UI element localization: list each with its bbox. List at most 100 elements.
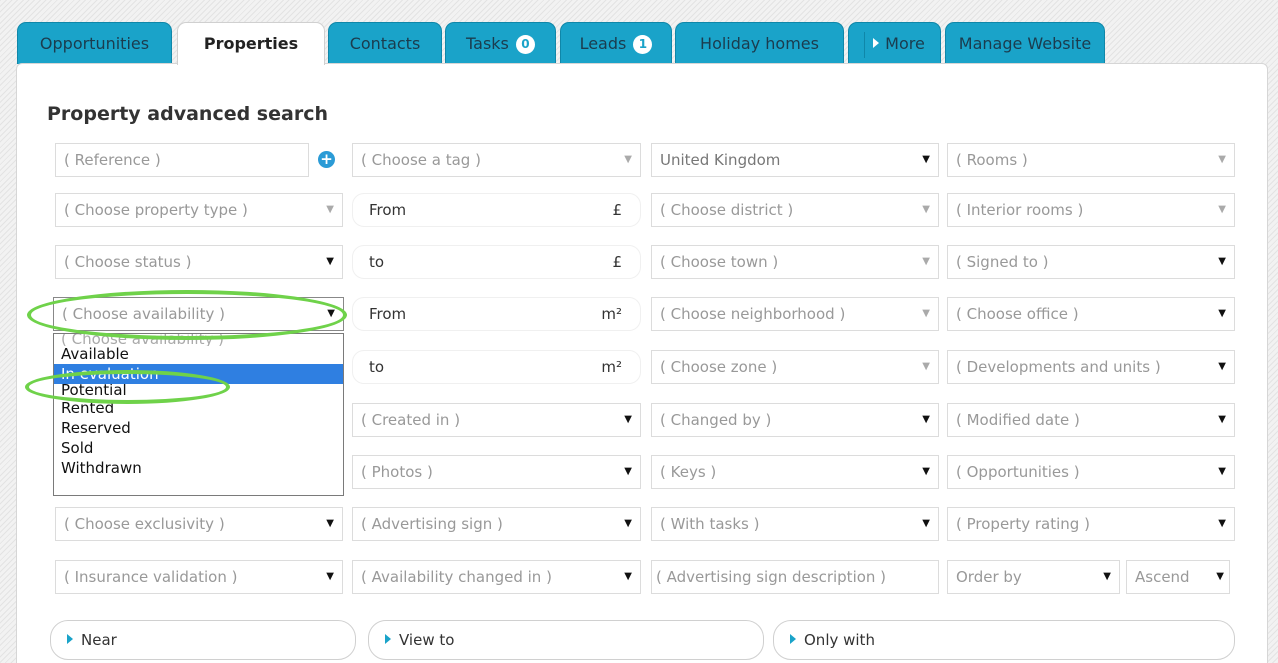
chevron-down-icon: ▼ (922, 154, 930, 165)
dropdown-option[interactable]: Rented (54, 398, 343, 418)
tab-more[interactable]: More (848, 22, 941, 64)
field-placeholder: ( Choose property type ) (64, 201, 248, 219)
reference-input[interactable]: ( Reference ) (55, 143, 309, 177)
dropdown-option-selected[interactable]: In evaluation (54, 364, 343, 384)
photos-select[interactable]: ( Photos ) ▼ (352, 455, 641, 489)
field-placeholder: ( Property rating ) (956, 515, 1090, 533)
chevron-down-icon: ▼ (326, 571, 334, 582)
field-placeholder: From (369, 201, 407, 219)
chevron-down-icon: ▼ (1216, 571, 1224, 582)
changed-by-select[interactable]: ( Changed by ) ▼ (651, 403, 939, 437)
chevron-down-icon: ▼ (624, 466, 632, 477)
chevron-down-icon: ▼ (326, 256, 334, 267)
field-value: United Kingdom (660, 151, 781, 169)
availability-select[interactable]: ( Choose availability ) ▼ (53, 297, 344, 331)
field-placeholder: ( Choose town ) (660, 253, 779, 271)
area-unit: m² (601, 305, 622, 323)
tab-holiday-homes[interactable]: Holiday homes (675, 22, 844, 64)
dropdown-option[interactable]: ( Choose availability ) (54, 334, 343, 346)
chevron-down-icon: ▼ (922, 414, 930, 425)
tasks-count-badge: 0 (515, 35, 535, 54)
near-toggle[interactable]: Near (50, 620, 356, 660)
tab-label: Leads (579, 34, 627, 53)
view-to-toggle[interactable]: View to (368, 620, 764, 660)
price-from-input[interactable]: From £ (352, 193, 641, 227)
field-placeholder: to (369, 358, 385, 376)
chevron-down-icon: ▼ (922, 518, 930, 529)
field-placeholder: ( Choose zone ) (660, 358, 778, 376)
dropdown-option[interactable]: Potential (54, 384, 343, 398)
chevron-down-icon: ▼ (624, 154, 632, 165)
field-placeholder: ( Choose district ) (660, 201, 794, 219)
status-select[interactable]: ( Choose status ) ▼ (55, 245, 343, 279)
chevron-down-icon: ▼ (922, 466, 930, 477)
currency-unit: £ (612, 201, 622, 219)
neighborhood-select[interactable]: ( Choose neighborhood ) ▼ (651, 297, 939, 331)
add-reference-icon[interactable]: + (318, 151, 335, 168)
advertising-sign-select[interactable]: ( Advertising sign ) ▼ (352, 507, 641, 541)
field-placeholder: ( Advertising sign description ) (656, 568, 887, 586)
town-select[interactable]: ( Choose town ) ▼ (651, 245, 939, 279)
chevron-down-icon: ▼ (922, 308, 930, 319)
dropdown-option[interactable]: Reserved (54, 418, 343, 438)
with-tasks-select[interactable]: ( With tasks ) ▼ (651, 507, 939, 541)
order-direction-select[interactable]: Ascend ▼ (1126, 560, 1230, 594)
availability-dropdown-list[interactable]: ( Choose availability ) Available In eva… (53, 333, 344, 496)
property-rating-select[interactable]: ( Property rating ) ▼ (947, 507, 1235, 541)
opportunities-select[interactable]: ( Opportunities ) ▼ (947, 455, 1235, 489)
tab-label: Contacts (349, 34, 421, 53)
field-placeholder: ( Choose status ) (64, 253, 192, 271)
page-title: Property advanced search (47, 103, 328, 125)
tab-properties[interactable]: Properties (177, 22, 325, 65)
developments-select[interactable]: ( Developments and units ) ▼ (947, 350, 1235, 384)
price-to-input[interactable]: to £ (352, 245, 641, 279)
rooms-select[interactable]: ( Rooms ) ▼ (947, 143, 1235, 177)
caret-right-icon (67, 634, 73, 644)
tab-label: Holiday homes (700, 34, 819, 53)
chevron-down-icon: ▼ (1218, 414, 1226, 425)
keys-select[interactable]: ( Keys ) ▼ (651, 455, 939, 489)
chevron-down-icon: ▼ (624, 518, 632, 529)
created-in-select[interactable]: ( Created in ) ▼ (352, 403, 641, 437)
dropdown-option[interactable]: Available (54, 346, 343, 364)
exclusivity-select[interactable]: ( Choose exclusivity ) ▼ (55, 507, 343, 541)
advertising-description-input[interactable]: ( Advertising sign description ) (651, 560, 939, 594)
field-placeholder: ( Keys ) (660, 463, 717, 481)
divider (864, 31, 866, 58)
caret-right-icon (385, 634, 391, 644)
only-with-toggle[interactable]: Only with (773, 620, 1235, 660)
dropdown-option[interactable]: Sold (54, 438, 343, 458)
field-placeholder: ( Changed by ) (660, 411, 772, 429)
tab-manage-website[interactable]: Manage Website (945, 22, 1105, 64)
office-select[interactable]: ( Choose office ) ▼ (947, 297, 1235, 331)
tab-leads[interactable]: Leads 1 (560, 22, 672, 64)
area-to-input[interactable]: to m² (352, 350, 641, 384)
chevron-down-icon: ▼ (922, 361, 930, 372)
zone-select[interactable]: ( Choose zone ) ▼ (651, 350, 939, 384)
tab-opportunities[interactable]: Opportunities (17, 22, 172, 64)
caret-right-icon (873, 38, 880, 48)
chevron-down-icon: ▼ (1218, 361, 1226, 372)
toggle-label: Only with (804, 631, 875, 649)
currency-unit: £ (612, 253, 622, 271)
modified-date-select[interactable]: ( Modified date ) ▼ (947, 403, 1235, 437)
interior-rooms-select[interactable]: ( Interior rooms ) ▼ (947, 193, 1235, 227)
signed-to-select[interactable]: ( Signed to ) ▼ (947, 245, 1235, 279)
tab-contacts[interactable]: Contacts (328, 22, 442, 64)
insurance-validation-select[interactable]: ( Insurance validation ) ▼ (55, 560, 343, 594)
tag-select[interactable]: ( Choose a tag ) ▼ (352, 143, 641, 177)
availability-changed-select[interactable]: ( Availability changed in ) ▼ (352, 560, 641, 594)
field-placeholder: ( Interior rooms ) (956, 201, 1084, 219)
field-placeholder: ( Signed to ) (956, 253, 1049, 271)
tab-tasks[interactable]: Tasks 0 (445, 22, 556, 64)
tab-label: Opportunities (39, 34, 150, 53)
district-select[interactable]: ( Choose district ) ▼ (651, 193, 939, 227)
property-type-select[interactable]: ( Choose property type ) ▼ (55, 193, 343, 227)
country-select[interactable]: United Kingdom ▼ (651, 143, 939, 177)
area-from-input[interactable]: From m² (352, 297, 641, 331)
dropdown-option[interactable]: Withdrawn (54, 458, 343, 478)
field-placeholder: ( Opportunities ) (956, 463, 1080, 481)
field-placeholder: From (369, 305, 407, 323)
tab-label: Properties (203, 34, 299, 53)
order-by-select[interactable]: Order by ▼ (947, 560, 1120, 594)
